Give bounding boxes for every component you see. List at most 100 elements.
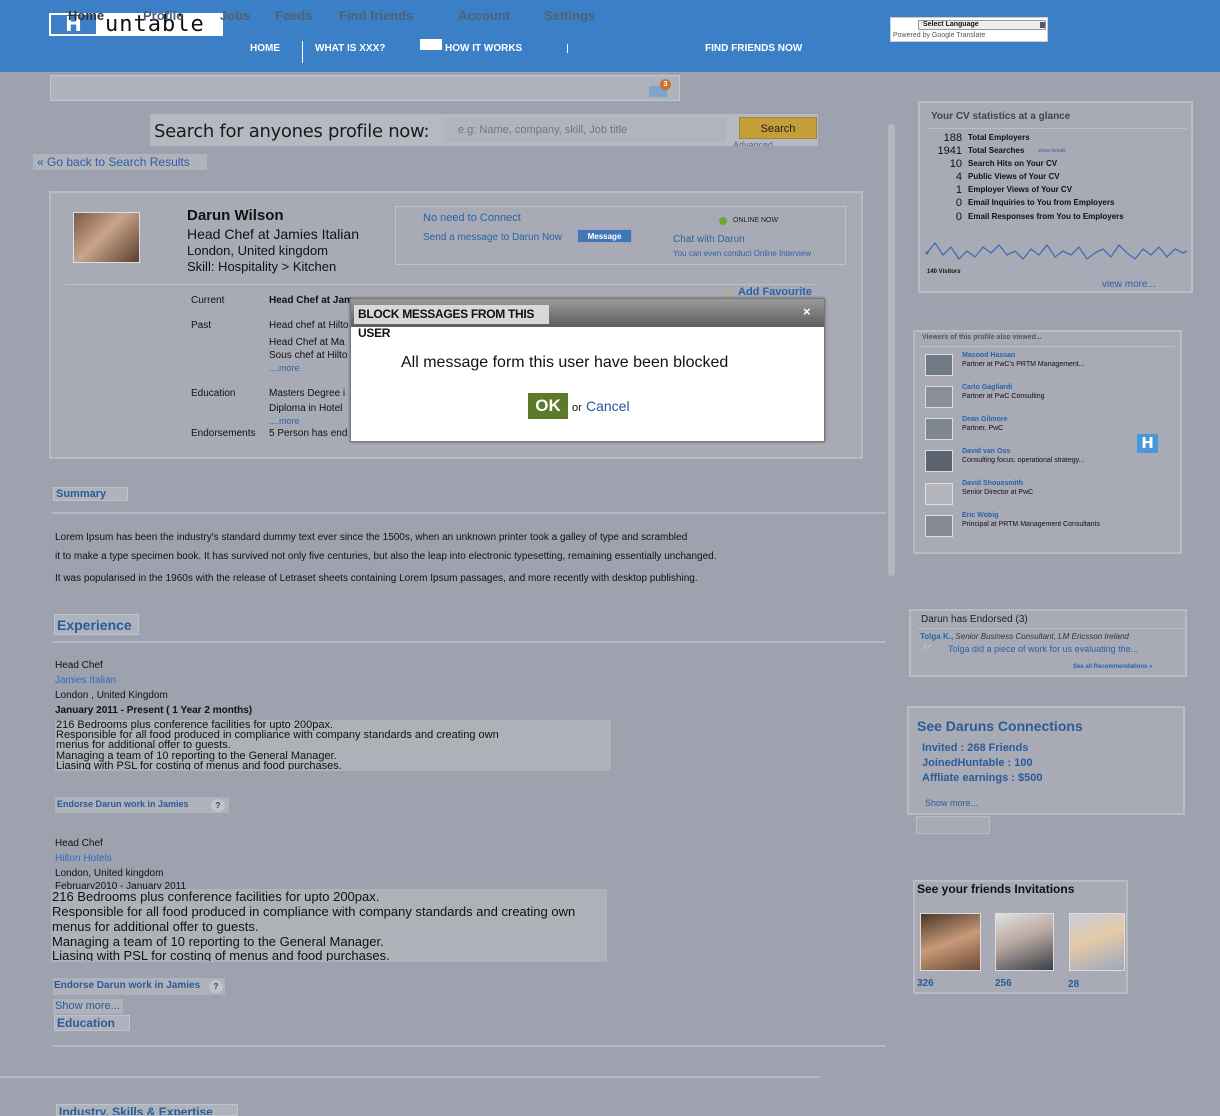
language-select[interactable]: Select Language [918,20,1046,30]
profile-photo [73,212,140,263]
connections-title[interactable]: See Daruns Connections [917,718,1083,734]
nav-how-it-works[interactable]: HOW IT WORKS [445,43,522,54]
summary-line: it to make a type specimen book. It has … [55,551,717,562]
ok-button[interactable]: OK [528,393,568,419]
search-button[interactable]: Search [739,117,817,139]
past-job: Sous chef at Hilto [269,350,348,361]
connections-show-more-link[interactable]: Show more... [925,798,978,808]
nav-white-box [420,39,442,50]
endorse-link[interactable]: Endorse Darun work in Jamies [53,978,225,995]
viewers-title: Viewers of this profile also viewed... [922,334,1042,341]
nav-find-friends[interactable]: FIND FRIENDS NOW [705,43,802,54]
invited-count: Invited : 268 Friends [922,742,1029,754]
profile-location: London, United kingdom [187,243,328,258]
job-role: Head Chef [55,838,103,849]
show-more-link[interactable]: Show more... [53,999,123,1014]
stat-label: Total Employers [968,133,1030,142]
tab-account[interactable]: Account [458,8,510,23]
advanced-search-link[interactable]: Advanced [733,140,773,146]
add-favourite-link[interactable]: Add Favourite [738,286,812,298]
viewer-desc: Partner at PwC Consulting [962,393,1045,400]
viewer-avatar[interactable] [925,515,953,537]
row-label-education: Education [191,388,236,399]
past-more-link[interactable]: ....more [269,363,300,373]
profile-search-input[interactable] [443,117,727,143]
google-translate-widget[interactable]: Select Language Powered by Google Transl… [890,17,1048,42]
viewer-name-link[interactable]: Dean Gilmore [962,416,1008,423]
viewer-desc: Partner, PwC [962,425,1004,432]
scrollbar[interactable] [888,124,895,576]
viewer-name-link[interactable]: David Shouesmith [962,480,1023,487]
job-description: 216 Bedrooms plus conference facilities … [55,720,611,771]
job-period: February2010 - January 2011 [55,881,187,889]
viewer-name-link[interactable]: Masood Hassan [962,352,1015,359]
viewer-desc: Senior Director at PwC [962,489,1034,496]
blank-tab [916,816,990,834]
nav-what-is[interactable]: WHAT IS XXX? [315,43,385,54]
stat-number: 1 [955,184,962,196]
profile-name: Darun Wilson [187,207,284,224]
viewer-avatar[interactable] [925,483,953,505]
mail-icon[interactable]: 3 [648,79,671,99]
tab-profile[interactable]: Profile [143,8,183,23]
friend-photo[interactable] [995,913,1054,971]
tab-find-friends[interactable]: Find friends [339,8,413,23]
powered-by-text: Powered by Google Translate [893,32,986,39]
friend-invite-count: 326 [917,978,934,989]
viewer-desc: Partner at PwC's PRTM Management... [962,361,1085,368]
experience-heading: Experience [54,614,139,635]
job-company-link[interactable]: Hilton Hotels [55,853,112,864]
viewer-avatar[interactable] [925,450,953,472]
online-dot-icon [719,217,727,225]
stat-label: Search Hits on Your CV [968,159,1058,168]
viewer-avatar[interactable] [925,418,953,440]
viewer-avatar[interactable] [925,386,953,408]
nav-divider [302,41,303,63]
message-button[interactable]: Message [577,229,632,243]
see-all-recommendations-link[interactable]: See all Recommendations » [1073,664,1152,670]
viewer-name-link[interactable]: David van Oss [962,448,1010,455]
search-label: Search for anyones profile now: [154,121,430,142]
send-message-link[interactable]: Send a message to Darun Now [423,232,562,243]
huntable-h-icon[interactable]: H [1137,434,1158,453]
viewer-desc: Consulting focus: operational strategy..… [962,457,1085,464]
endorser-name-link[interactable]: Tolga K., [920,632,953,641]
education-item: Diploma in Hotel [269,403,343,414]
select-arrow-icon [1040,22,1045,28]
endorsed-title: Darun has Endorsed (3) [921,614,1028,625]
endorse-link[interactable]: Endorse Darun work in Jamies [55,797,229,813]
job-location: London , United Kingdom [55,690,168,701]
tab-feeds[interactable]: Feeds [275,8,313,23]
tab-home[interactable]: Home [68,8,104,23]
chat-link[interactable]: Chat with Darun [673,234,745,245]
help-icon[interactable]: ? [211,799,225,812]
back-to-results-link[interactable]: « Go back to Search Results [33,154,207,170]
nav-home[interactable]: HOME [250,43,280,54]
friend-photo[interactable] [920,913,981,971]
job-period: January 2011 - Present ( 1 Year 2 months… [55,705,253,716]
job-company-link[interactable]: Jamies Italian [55,675,116,686]
education-more-link[interactable]: ....more [269,416,300,426]
close-icon[interactable]: × [803,304,811,319]
stat-label: Employer Views of Your CV [968,185,1073,194]
stat-number: 0 [955,211,962,223]
education-divider [52,1045,886,1047]
show-details-link[interactable]: show details [1038,148,1066,154]
tab-jobs[interactable]: Jobs [220,8,250,23]
job-location: London, United kingdom [55,868,164,879]
job-description: 216 Bedrooms plus conference facilities … [51,889,607,962]
viewer-name-link[interactable]: Carlo Gagliardi [962,384,1012,391]
cancel-link[interactable]: Cancel [586,398,630,414]
no-need-connect: No need to Connect [423,212,521,224]
tab-settings[interactable]: Settings [544,8,595,23]
viewer-avatar[interactable] [925,354,953,376]
viewer-name-link[interactable]: Eric Wobig [962,512,998,519]
education-item: Masters Degree i [269,388,346,399]
friend-photo[interactable] [1069,913,1125,971]
summary-divider [52,512,886,514]
help-icon[interactable]: ? [209,980,223,993]
viewer-desc: Principal at PRTM Management Consultants [962,521,1100,528]
profile-divider [65,284,815,285]
row-label-past: Past [191,320,212,331]
cv-view-more-link[interactable]: view more... [1102,279,1156,290]
